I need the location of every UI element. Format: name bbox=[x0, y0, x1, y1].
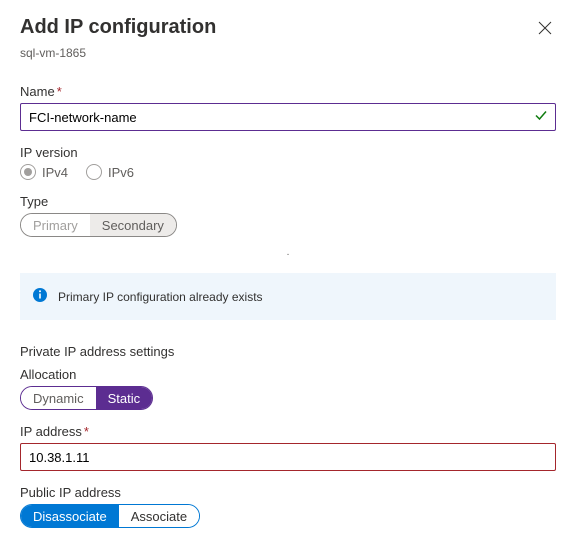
ip-version-label: IP version bbox=[20, 145, 556, 160]
ip-address-label-text: IP address bbox=[20, 424, 82, 439]
ip-address-label: IP address* bbox=[20, 424, 556, 439]
type-secondary-option: Secondary bbox=[90, 214, 176, 236]
private-ip-section-title: Private IP address settings bbox=[20, 344, 556, 359]
info-icon bbox=[32, 287, 48, 306]
type-toggle: Primary Secondary bbox=[20, 213, 177, 237]
required-indicator: * bbox=[84, 424, 89, 439]
page-subtitle: sql-vm-1865 bbox=[20, 46, 556, 60]
ipv4-label: IPv4 bbox=[42, 165, 68, 180]
info-text: Primary IP configuration already exists bbox=[58, 290, 263, 304]
allocation-toggle[interactable]: Dynamic Static bbox=[20, 386, 153, 410]
valid-check-icon bbox=[534, 109, 548, 126]
separator-dot: . bbox=[20, 251, 556, 255]
name-label: Name* bbox=[20, 84, 556, 99]
page-title: Add IP configuration bbox=[20, 16, 216, 39]
ipv6-label: IPv6 bbox=[108, 165, 134, 180]
name-input[interactable] bbox=[20, 103, 556, 131]
ip-address-input[interactable] bbox=[20, 443, 556, 471]
allocation-static-option[interactable]: Static bbox=[96, 387, 153, 409]
disassociate-option[interactable]: Disassociate bbox=[21, 505, 119, 527]
close-icon bbox=[538, 21, 552, 35]
ipv4-radio: IPv4 bbox=[20, 164, 68, 180]
close-button[interactable] bbox=[534, 16, 556, 42]
allocation-dynamic-option[interactable]: Dynamic bbox=[21, 387, 96, 409]
ipv6-radio: IPv6 bbox=[86, 164, 134, 180]
public-ip-label: Public IP address bbox=[20, 485, 556, 500]
type-label: Type bbox=[20, 194, 556, 209]
required-indicator: * bbox=[57, 84, 62, 99]
name-label-text: Name bbox=[20, 84, 55, 99]
radio-circle-icon bbox=[86, 164, 102, 180]
radio-circle-icon bbox=[20, 164, 36, 180]
associate-option[interactable]: Associate bbox=[119, 505, 199, 527]
type-primary-option: Primary bbox=[21, 214, 90, 236]
allocation-label: Allocation bbox=[20, 367, 556, 382]
info-banner: Primary IP configuration already exists bbox=[20, 273, 556, 320]
public-ip-toggle[interactable]: Disassociate Associate bbox=[20, 504, 200, 528]
